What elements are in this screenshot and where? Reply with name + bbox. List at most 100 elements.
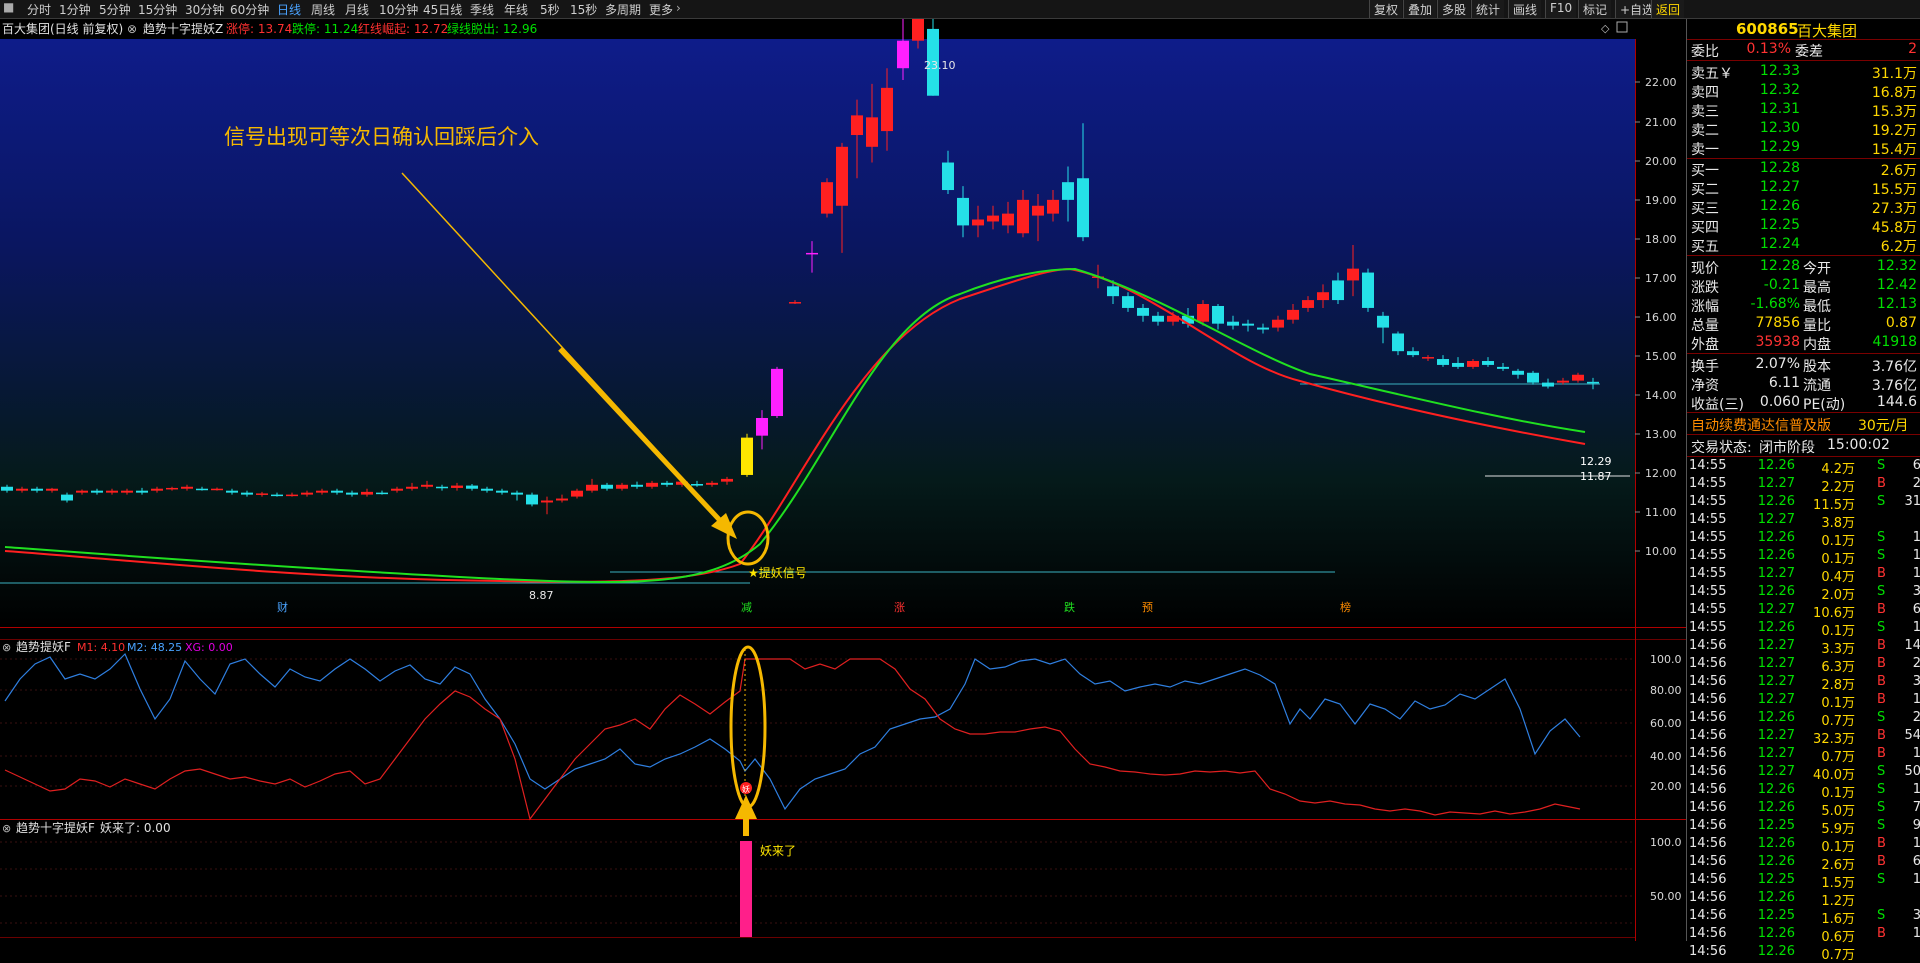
- sub2-settings-icon[interactable]: ⊗: [2, 822, 11, 835]
- period-quarter[interactable]: 季线: [470, 1, 494, 18]
- tick-volume: 3.3万: [1821, 642, 1855, 657]
- ask-price-3: 12.30: [1759, 120, 1800, 136]
- tick-time: 14:56: [1689, 764, 1727, 779]
- kline-chart-area[interactable]: 百大集团(日线 前复权) ⊗ 趋势十字提妖Z 涨停: 13.74 跌停: 11.…: [0, 19, 1686, 941]
- svg-text:17.00: 17.00: [1645, 272, 1677, 285]
- multi-stock-button[interactable]: 多股: [1437, 0, 1471, 18]
- tick-time: 14:55: [1689, 566, 1727, 581]
- sub1-grid: [0, 658, 1635, 787]
- tick-side: S: [1877, 800, 1886, 815]
- tick-volume: 10.6万: [1813, 606, 1855, 621]
- stat-value-a-2: -1.68%: [1750, 296, 1800, 312]
- stat2-value-a-1: 6.11: [1768, 375, 1800, 391]
- candle-body: [181, 486, 193, 489]
- low-price-label: 8.87: [529, 589, 554, 602]
- stat2-label-b-1: 流通: [1803, 378, 1831, 394]
- period-year[interactable]: 年线: [504, 1, 528, 18]
- draw-line-button[interactable]: 画线: [1508, 0, 1542, 18]
- period-weekly[interactable]: 周线: [311, 1, 335, 18]
- tick-price: 12.27: [1757, 566, 1795, 581]
- back-button[interactable]: 返回: [1651, 0, 1685, 18]
- candle-body: [376, 492, 388, 495]
- menu-square-icon[interactable]: ■: [3, 0, 14, 14]
- ask-label-4: 卖一: [1691, 142, 1719, 158]
- tick-price: 12.27: [1757, 656, 1795, 671]
- tick-time: 14:56: [1689, 890, 1727, 905]
- period-multi[interactable]: 多周期: [605, 1, 641, 18]
- fuquan-button[interactable]: 复权: [1369, 0, 1403, 18]
- promo-link[interactable]: 自动续费通达信普及版: [1691, 415, 1831, 435]
- bid-price-4: 12.24: [1759, 236, 1800, 252]
- tick-count: 1: [1912, 548, 1920, 563]
- mark-button[interactable]: 标记: [1578, 0, 1612, 18]
- indicator-name: 趋势十字提妖Z: [143, 21, 223, 36]
- period-30min[interactable]: 30分钟: [185, 1, 224, 18]
- period-10min[interactable]: 10分钟: [379, 1, 418, 18]
- tick-price: 12.26: [1757, 530, 1795, 545]
- weibi-label: 委比: [1691, 44, 1719, 60]
- candle-body: [436, 486, 448, 489]
- candle-body: [136, 490, 148, 493]
- tick-side: B: [1877, 728, 1886, 743]
- tick-price: 12.25: [1757, 818, 1795, 833]
- limit-down-label: 跌停: 11.24: [292, 21, 358, 36]
- sub2-title: 趋势十字提妖F: [16, 820, 95, 835]
- svg-text:减: 减: [741, 601, 752, 614]
- quote-panel: 600865 百大集团 委比 0.13% 委差 2 卖五￥ 12.33 31.1万 卖四 12.32…: [1686, 19, 1920, 963]
- period-daily[interactable]: 日线: [277, 1, 301, 18]
- period-monthly[interactable]: 月线: [345, 1, 369, 18]
- sub1-title: 趋势提妖F: [16, 639, 71, 654]
- chevron-right-icon[interactable]: ›: [676, 1, 681, 15]
- sub1-settings-icon[interactable]: ⊗: [2, 641, 11, 654]
- tick-count: 31: [1904, 494, 1920, 509]
- yao-signal-bar: [740, 841, 752, 937]
- period-45day[interactable]: 45日线: [423, 1, 462, 18]
- diamond-icon[interactable]: ◇: [1601, 22, 1610, 35]
- period-60min[interactable]: 60分钟: [230, 1, 269, 18]
- period-1min[interactable]: 1分钟: [59, 1, 91, 18]
- tick-time: 14:56: [1689, 872, 1727, 887]
- tick-side: S: [1877, 818, 1886, 833]
- tick-count: 6: [1912, 602, 1920, 617]
- f10-button[interactable]: F10: [1545, 0, 1577, 18]
- stock-name: 百大集团: [1797, 22, 1858, 40]
- tick-side: S: [1877, 764, 1886, 779]
- candle-body: [741, 437, 753, 475]
- candle-body: [1482, 360, 1494, 365]
- svg-text:18.00: 18.00: [1645, 233, 1677, 246]
- tick-count: 1: [1912, 692, 1920, 707]
- stat-label-a-0: 现价: [1691, 261, 1719, 277]
- period-15min[interactable]: 15分钟: [138, 1, 177, 18]
- tick-side: S: [1877, 494, 1886, 509]
- period-5sec[interactable]: 5秒: [540, 1, 560, 18]
- ask-label-2: 卖三: [1691, 104, 1719, 120]
- tick-count: 1: [1912, 530, 1920, 545]
- svg-text:14.00: 14.00: [1645, 389, 1677, 402]
- indicator-settings-icon[interactable]: ⊗: [127, 22, 137, 36]
- tick-side: S: [1877, 548, 1886, 563]
- period-more[interactable]: 更多: [649, 1, 673, 18]
- sub1-m2-label: M2: 48.25: [127, 641, 182, 654]
- tick-volume: 0.1万: [1821, 624, 1855, 639]
- candle-body: [1152, 315, 1164, 322]
- stat2-label-b-2: PE(动): [1803, 397, 1846, 413]
- period-15sec[interactable]: 15秒: [570, 1, 597, 18]
- period-fenshi[interactable]: 分时: [27, 1, 51, 18]
- tick-side: S: [1877, 530, 1886, 545]
- stock-label: 百大集团(日线 前复权): [2, 21, 123, 36]
- svg-text:80.00: 80.00: [1650, 684, 1682, 697]
- tick-volume: 40.0万: [1813, 768, 1855, 783]
- tick-side: S: [1877, 458, 1886, 473]
- candle-body: [789, 302, 801, 304]
- tick-volume: 0.6万: [1821, 930, 1855, 945]
- bid-vol-2: 27.3万: [1871, 201, 1917, 217]
- tick-count: 54: [1904, 728, 1920, 743]
- trade-status-time: 15:00:02: [1827, 437, 1890, 453]
- candle-body: [406, 486, 418, 489]
- overlay-button[interactable]: 叠加: [1403, 0, 1437, 18]
- tick-time: 14:56: [1689, 782, 1727, 797]
- tick-side: B: [1877, 656, 1886, 671]
- promo-price[interactable]: 30元/月: [1858, 415, 1909, 435]
- period-5min[interactable]: 5分钟: [99, 1, 131, 18]
- statistics-button[interactable]: 统计: [1471, 0, 1505, 18]
